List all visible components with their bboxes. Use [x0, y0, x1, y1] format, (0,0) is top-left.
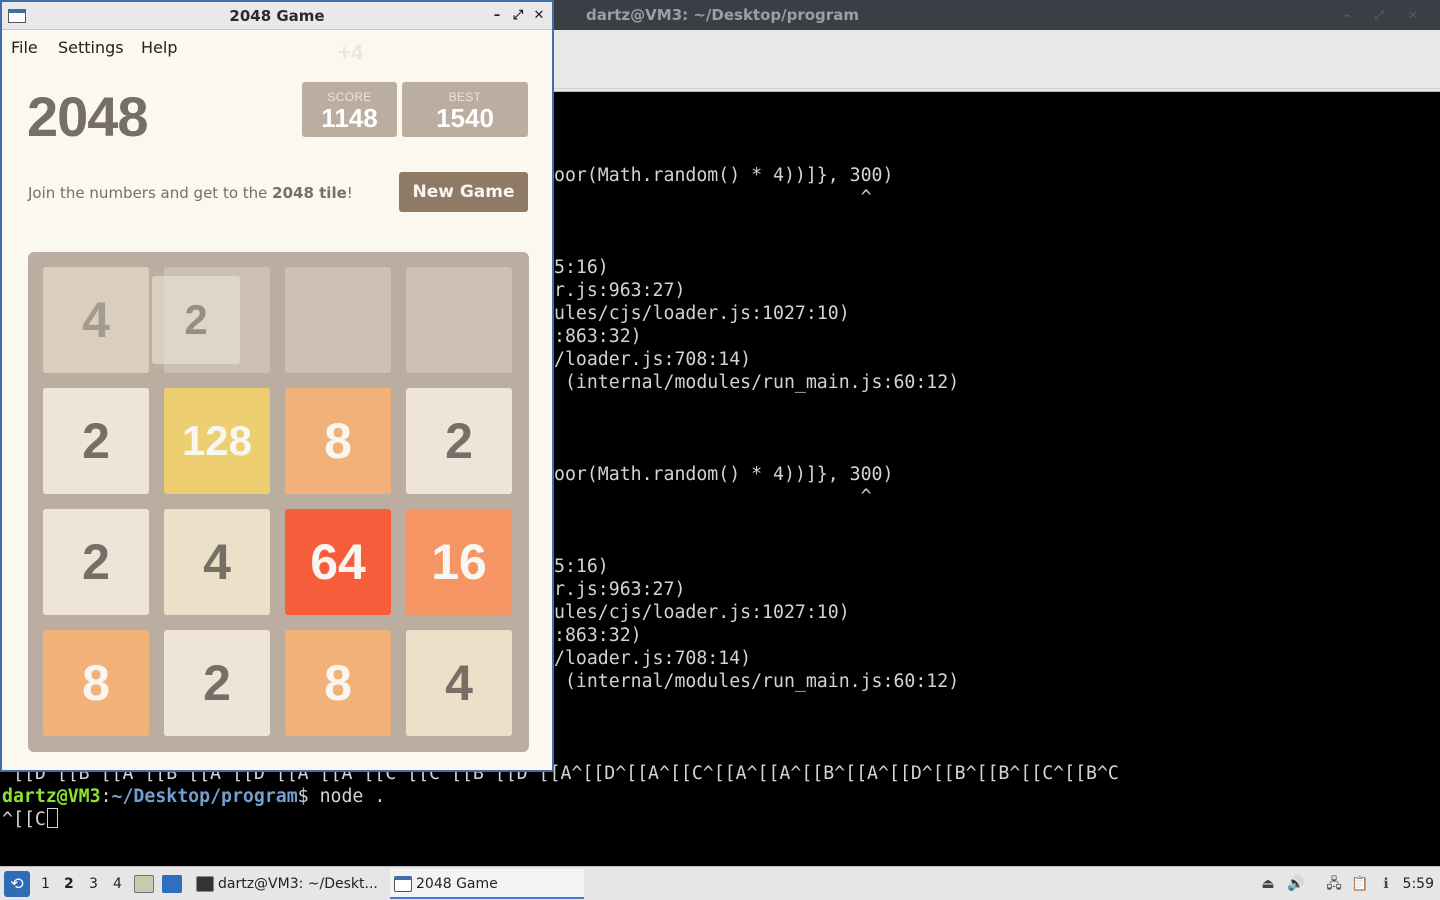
taskbar-terminal-button[interactable]: dartz@VM3: ~/Deskt...: [192, 869, 378, 899]
tray-expand-icon[interactable]: ⏏: [1258, 875, 1278, 893]
terminal-titlebar[interactable]: dartz@VM3: ~/Desktop/program – ⤢ ✕: [554, 0, 1440, 30]
terminal-icon: [196, 876, 214, 892]
tile-2: 2: [43, 388, 149, 494]
best-value: 1540: [436, 103, 494, 133]
prompt-path: ~/Desktop/program: [111, 786, 298, 807]
new-game-button[interactable]: New Game: [399, 172, 528, 212]
score-label: SCORE: [327, 90, 372, 104]
score-addition-animation: +4: [338, 40, 364, 65]
tile-16: 16: [406, 509, 512, 615]
clock: 5:59: [1402, 876, 1434, 892]
game-window-title: 2048 Game: [229, 7, 325, 25]
show-desktop-icon[interactable]: [162, 875, 182, 893]
close-button[interactable]: ✕: [528, 2, 550, 30]
game-board[interactable]: 4 2 128 8 2 2 4 64 16 8 2 8 4 2: [28, 252, 529, 752]
terminal-prompt-line: dartz@VM3:~/Desktop/program$ node .: [2, 785, 385, 808]
grid-cell: [406, 267, 512, 373]
terminal-line: oor(Math.random() * 4))]}, 300): [554, 464, 894, 485]
terminal-line: ^: [554, 486, 872, 507]
tile-4: 4: [164, 509, 270, 615]
terminal-line: 5:16): [554, 257, 609, 278]
tile-8: 8: [285, 388, 391, 494]
intro-text: Join the numbers and get to the 2048 til…: [28, 184, 353, 202]
tile-2: 2: [43, 509, 149, 615]
menu-settings[interactable]: Settings: [58, 38, 124, 57]
terminal-line: oor(Math.random() * 4))]}, 300): [554, 165, 894, 186]
desktop-3-button[interactable]: 3: [89, 876, 98, 892]
notification-icon[interactable]: ℹ: [1376, 875, 1396, 893]
maximize-button[interactable]: ⤢: [507, 2, 529, 30]
terminal-line: ^: [554, 187, 872, 208]
volume-icon[interactable]: 🔊: [1286, 875, 1306, 893]
prompt-dollar: $: [297, 786, 320, 807]
file-manager-icon[interactable]: [134, 875, 154, 893]
intro-suffix: !: [346, 184, 353, 202]
tile-moving: 2: [152, 276, 240, 364]
terminal-input-line[interactable]: ^[[C: [2, 808, 58, 831]
terminal-cursor: [46, 808, 58, 828]
minimize-button[interactable]: –: [486, 2, 508, 30]
tile-8: 8: [43, 630, 149, 736]
score-box: SCORE 1148: [302, 82, 397, 137]
taskbar: ⟲ 1 2 3 4 dartz@VM3: ~/Deskt... 2048 Gam…: [0, 866, 1440, 900]
tile-2: 2: [164, 630, 270, 736]
network-icon[interactable]: 🖧: [1324, 875, 1344, 893]
terminal-title: dartz@VM3: ~/Desktop/program: [586, 6, 859, 24]
terminal-line: :863:32): [554, 625, 642, 646]
game-title: 2048: [27, 85, 149, 148]
terminal-line: ules/cjs/loader.js:1027:10): [554, 602, 850, 623]
tile-2: 2: [406, 388, 512, 494]
tile-64: 64: [285, 509, 391, 615]
menu-file[interactable]: File: [11, 38, 38, 57]
prompt-separator: :: [100, 786, 112, 807]
taskbar-terminal-label: dartz@VM3: ~/Deskt...: [218, 876, 378, 892]
terminal-input: ^[[C: [2, 809, 46, 830]
terminal-line: :863:32): [554, 326, 642, 347]
tile-4: 4: [43, 267, 149, 373]
window-icon: [394, 876, 412, 892]
grid-cell: [285, 267, 391, 373]
best-label: BEST: [448, 90, 482, 104]
intro-bold: 2048 tile: [272, 184, 347, 202]
terminal-line: 5:16): [554, 556, 609, 577]
terminal-line: ules/cjs/loader.js:1027:10): [554, 303, 850, 324]
tile-4: 4: [406, 630, 512, 736]
game-titlebar[interactable]: 2048 Game – ⤢ ✕: [2, 2, 552, 30]
clipboard-icon[interactable]: 📋: [1350, 875, 1370, 893]
window-icon: [8, 9, 26, 23]
terminal-line: /loader.js:708:14): [554, 648, 752, 669]
terminal-line: (internal/modules/run_main.js:60:12): [554, 372, 960, 393]
game-window[interactable]: 2048 Game – ⤢ ✕ File Settings Help +4 20…: [0, 0, 554, 772]
menubar: File Settings Help: [2, 31, 552, 63]
prompt-user: dartz@VM3: [2, 786, 101, 807]
terminal-line: r.js:963:27): [554, 579, 686, 600]
score-value: 1148: [321, 103, 378, 133]
taskbar-game-label: 2048 Game: [416, 876, 498, 892]
desktop-1-button[interactable]: 1: [41, 876, 50, 892]
terminal-command: node .: [319, 786, 386, 807]
terminal-window-controls[interactable]: – ⤢ ✕: [1344, 0, 1428, 30]
tile-8: 8: [285, 630, 391, 736]
intro-prefix: Join the numbers and get to the: [28, 184, 273, 202]
best-box: BEST 1540: [402, 82, 528, 137]
tile-128: 128: [164, 388, 270, 494]
terminal-toolbar: [554, 30, 1440, 92]
desktop-4-button[interactable]: 4: [113, 876, 122, 892]
terminal-line: /loader.js:708:14): [554, 349, 752, 370]
desktop-2-button[interactable]: 2: [64, 876, 74, 892]
menu-help[interactable]: Help: [141, 38, 177, 57]
taskbar-game-button[interactable]: 2048 Game: [390, 869, 584, 899]
start-menu-icon[interactable]: ⟲: [4, 871, 30, 897]
terminal-line: (internal/modules/run_main.js:60:12): [554, 671, 960, 692]
terminal-line: r.js:963:27): [554, 280, 686, 301]
